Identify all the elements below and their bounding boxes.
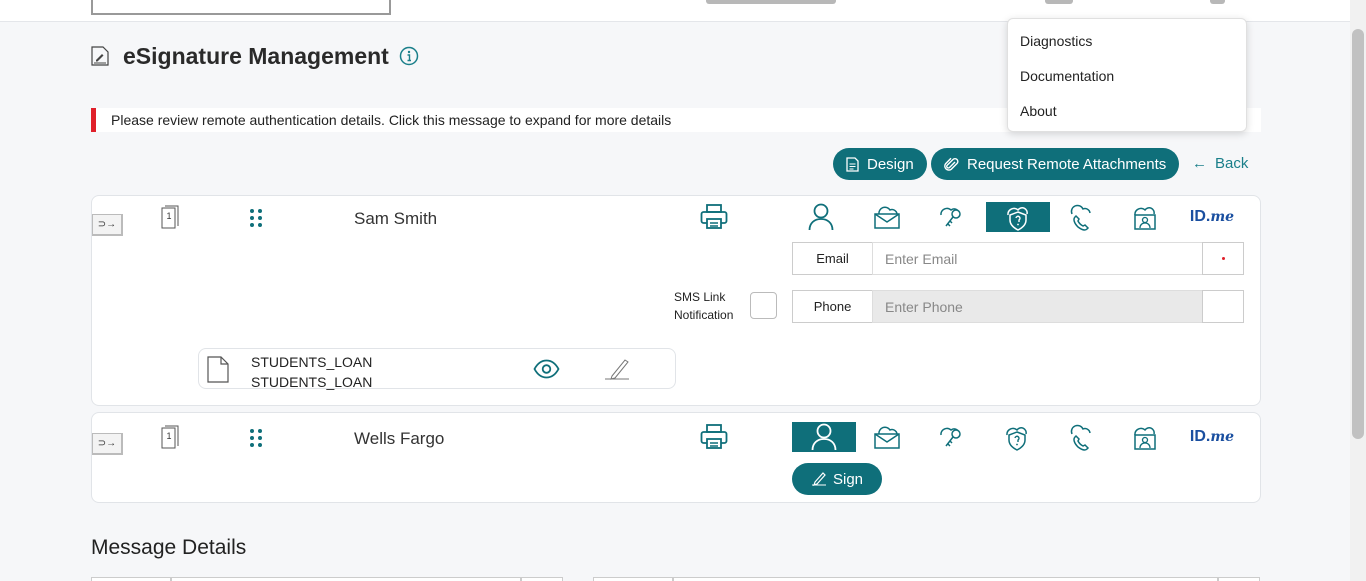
pen-icon xyxy=(811,472,826,486)
print-icon[interactable] xyxy=(700,204,728,230)
field-stub[interactable] xyxy=(171,577,521,581)
idme-me-text: me xyxy=(1210,209,1235,225)
scrollbar-thumb[interactable] xyxy=(1352,29,1364,439)
document-names: STUDENTS_LOAN STUDENTS_LOAN xyxy=(251,352,372,392)
email-label: Email xyxy=(792,242,873,275)
phone-field-end xyxy=(1202,290,1244,323)
in-person-icon[interactable] xyxy=(789,202,853,232)
menu-item-documentation[interactable]: Documentation xyxy=(1020,68,1114,84)
design-button[interactable]: Design xyxy=(833,148,927,180)
id-check-icon[interactable] xyxy=(1113,422,1177,452)
sign-button-label: Sign xyxy=(832,470,864,488)
file-icon xyxy=(207,356,229,383)
drag-handle-icon[interactable] xyxy=(248,428,264,448)
paperclip-icon xyxy=(944,157,959,171)
sms-label-line1: SMS Link xyxy=(674,290,726,304)
drag-handle-icon[interactable] xyxy=(248,208,264,228)
sms-link-notification-label: SMS Link Notification xyxy=(674,288,733,324)
sign-button[interactable]: Sign xyxy=(792,463,882,495)
field-stub[interactable] xyxy=(521,577,563,581)
idme-icon[interactable]: ID.me xyxy=(1180,202,1244,232)
signer-name: Wells Fargo xyxy=(354,429,445,448)
email-auth-icon[interactable] xyxy=(855,422,919,452)
page-scrollbar[interactable] xyxy=(1350,0,1366,581)
email-auth-icon[interactable] xyxy=(855,202,919,232)
idme-id-text: ID. xyxy=(1189,428,1211,445)
signer-card: ⊃→ 1 Wells Fargo ID.me Sign xyxy=(91,412,1261,503)
access-code-icon[interactable] xyxy=(919,422,983,452)
message-details-title: Message Details xyxy=(91,536,247,559)
idme-id-text: ID. xyxy=(1189,208,1211,225)
signer-name: Sam Smith xyxy=(354,209,438,228)
in-person-icon[interactable] xyxy=(792,422,856,452)
phone-field[interactable] xyxy=(872,290,1203,323)
field-stub[interactable] xyxy=(673,577,1218,581)
top-menu-item[interactable] xyxy=(706,0,836,4)
sms-link-notification-checkbox[interactable] xyxy=(750,292,777,319)
help-dropdown-menu: Diagnostics Documentation About xyxy=(1007,18,1247,132)
field-stub[interactable] xyxy=(91,577,171,581)
signing-order-icon: 1 xyxy=(161,425,179,449)
document-name: STUDENTS_LOAN xyxy=(251,354,373,370)
expand-toggle-button[interactable]: ⊃→ xyxy=(92,214,123,236)
field-stub[interactable] xyxy=(593,577,673,581)
sms-label-line2: Notification xyxy=(674,308,734,322)
document-icon xyxy=(846,156,859,172)
top-menu-item[interactable] xyxy=(1045,0,1073,4)
phone-auth-icon[interactable] xyxy=(1048,202,1112,232)
phone-auth-icon[interactable] xyxy=(1048,422,1112,452)
access-code-icon[interactable] xyxy=(919,202,983,232)
email-field[interactable] xyxy=(872,242,1203,275)
id-check-icon[interactable] xyxy=(1113,202,1177,232)
top-search-box[interactable] xyxy=(91,0,391,15)
design-button-label: Design xyxy=(867,155,914,173)
idme-me-text: me xyxy=(1210,429,1235,445)
page-header: eSignature Management xyxy=(91,40,419,72)
top-menu-item[interactable] xyxy=(1210,0,1225,4)
phone-label: Phone xyxy=(792,290,873,323)
document-row: STUDENTS_LOAN STUDENTS_LOAN xyxy=(198,348,676,392)
print-icon[interactable] xyxy=(700,424,728,450)
kba-icon[interactable] xyxy=(985,422,1049,452)
menu-item-diagnostics[interactable]: Diagnostics xyxy=(1020,33,1092,49)
idme-icon[interactable]: ID.me xyxy=(1180,422,1244,452)
signing-order-number: 1 xyxy=(167,211,172,221)
signing-order-icon: 1 xyxy=(161,205,179,229)
back-link[interactable]: ← Back xyxy=(1192,155,1248,172)
page-title: eSignature Management xyxy=(123,42,389,69)
field-stub[interactable] xyxy=(1218,577,1260,581)
document-name: STUDENTS_LOAN xyxy=(251,374,373,390)
menu-item-about[interactable]: About xyxy=(1020,103,1057,119)
request-remote-attachments-label: Request Remote Attachments xyxy=(967,155,1167,173)
arrow-left-icon: ← xyxy=(1192,155,1207,172)
pen-icon[interactable] xyxy=(603,356,631,382)
request-remote-attachments-button[interactable]: Request Remote Attachments xyxy=(931,148,1180,180)
required-indicator xyxy=(1202,242,1244,275)
signer-card: ⊃→ 1 Sam Smith ID.me Email SMS Link Notif… xyxy=(91,195,1261,406)
kba-icon[interactable] xyxy=(986,202,1050,232)
back-label: Back xyxy=(1215,155,1249,172)
signing-order-number: 1 xyxy=(167,431,172,441)
info-icon[interactable] xyxy=(399,46,419,66)
expand-toggle-button[interactable]: ⊃→ xyxy=(92,433,123,455)
document-sign-icon xyxy=(91,46,109,66)
eye-icon[interactable] xyxy=(533,359,560,379)
